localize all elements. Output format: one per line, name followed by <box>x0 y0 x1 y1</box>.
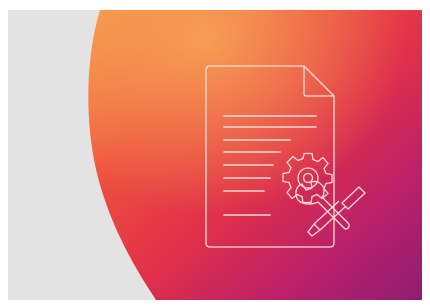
banner-illustration <box>88 10 422 300</box>
gradient-glow <box>88 10 422 300</box>
page <box>0 0 430 307</box>
illustration-panel <box>8 10 422 300</box>
